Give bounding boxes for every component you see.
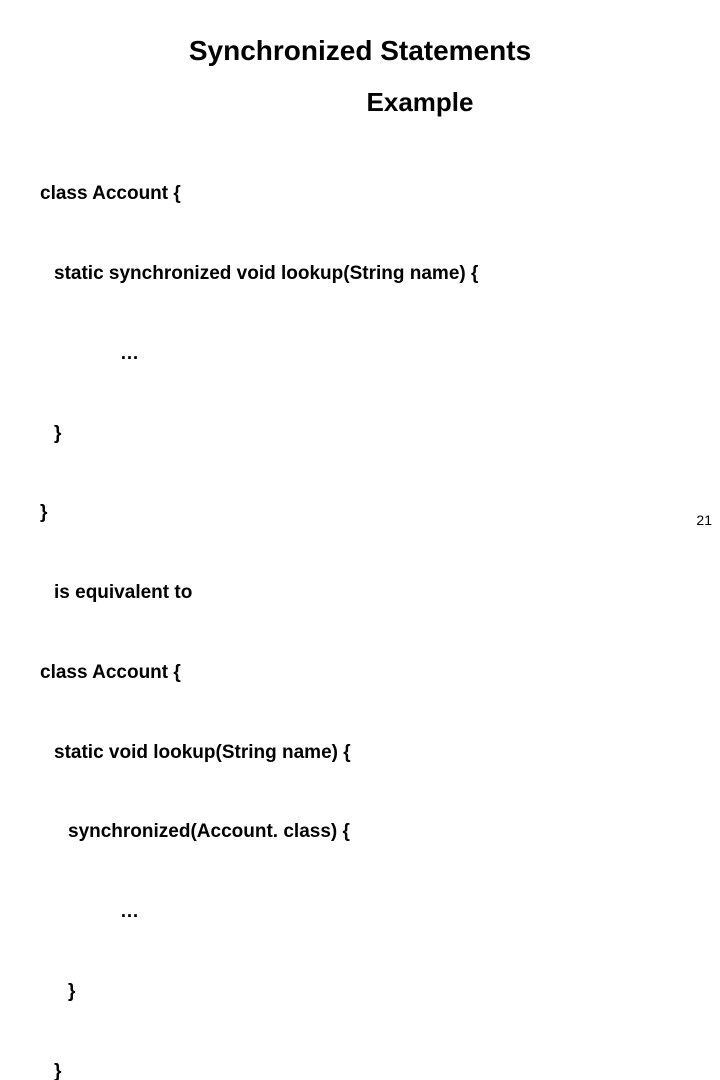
slide-title: Synchronized Statements bbox=[40, 35, 680, 67]
code-line: } bbox=[40, 979, 680, 1006]
code-line: class Account { bbox=[40, 181, 680, 208]
code-line: } bbox=[40, 421, 680, 448]
code-line: class Account { bbox=[40, 660, 680, 687]
code-line: static void lookup(String name) { bbox=[40, 740, 680, 767]
code-example: class Account { static synchronized void… bbox=[40, 128, 680, 1080]
code-line: … bbox=[40, 341, 680, 368]
slide-subtitle: Example bbox=[160, 87, 680, 118]
slide-container: Synchronized Statements Example class Ac… bbox=[0, 0, 720, 540]
code-line: } bbox=[40, 1059, 680, 1080]
page-number: 21 bbox=[696, 512, 712, 528]
code-line: } bbox=[40, 500, 680, 527]
code-line: synchronized(Account. class) { bbox=[40, 819, 680, 846]
code-line: … bbox=[40, 899, 680, 926]
code-line: is equivalent to bbox=[40, 580, 680, 607]
code-line: static synchronized void lookup(String n… bbox=[40, 261, 680, 288]
